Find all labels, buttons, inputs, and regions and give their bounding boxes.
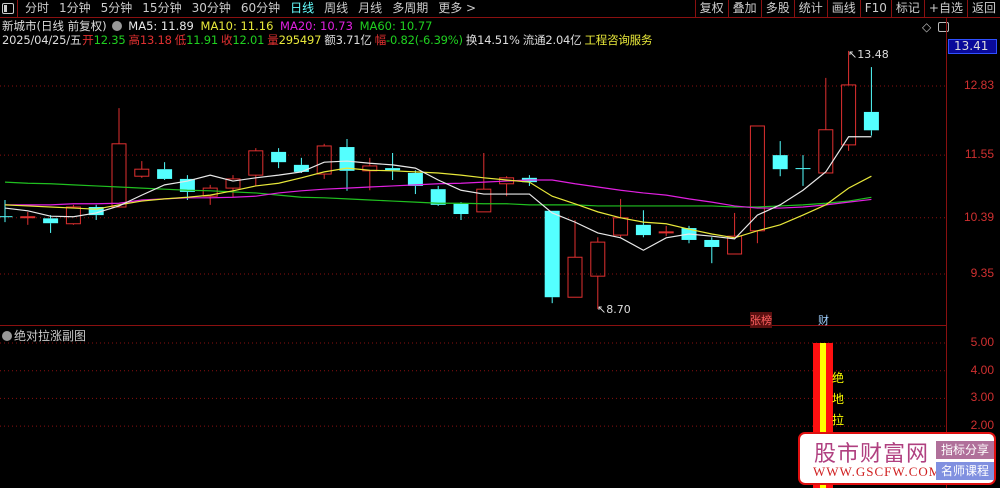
candle-down	[795, 168, 811, 170]
candle-down	[157, 169, 173, 179]
ranking-tag[interactable]: 张榜	[750, 312, 772, 328]
sub-chart-title[interactable]: 绝对拉涨副图	[2, 327, 86, 344]
candle-down	[0, 216, 13, 218]
candle-up	[134, 168, 150, 177]
current-price-tag: 13.41	[948, 39, 997, 54]
candle-up	[567, 256, 583, 298]
price-axis-label: 12.83	[963, 78, 994, 92]
candle-down	[293, 164, 309, 172]
candle-up	[248, 150, 264, 176]
candle-up	[476, 188, 492, 213]
sub-axis-label: 4.00	[970, 362, 994, 377]
candle-down	[772, 155, 788, 170]
candle-down	[385, 168, 401, 171]
signal-text: 绝地拉	[832, 368, 846, 431]
candle-down	[863, 111, 879, 131]
badge-teacher-course: 名师课程	[936, 462, 994, 480]
candle-down	[271, 151, 287, 163]
candle-up	[613, 217, 629, 236]
kline-chart[interactable]	[0, 0, 946, 488]
candle-down	[339, 147, 355, 171]
low-marker-value: 8.70	[606, 303, 631, 316]
candle-up	[20, 216, 36, 219]
toolbar-button[interactable]: 返回	[966, 0, 1000, 18]
panel-divider[interactable]	[0, 325, 946, 326]
collapse-circle-icon[interactable]	[2, 331, 12, 341]
candle-up	[818, 129, 834, 174]
signal-char: 拉	[832, 413, 845, 427]
candle-up	[841, 84, 857, 146]
watermark-url: WWW.GSCFW.COM	[813, 464, 942, 479]
signal-char: 绝	[832, 371, 845, 385]
high-marker-value: 13.48	[857, 48, 889, 61]
sub-axis-label: 3.00	[970, 390, 994, 405]
candle-up	[658, 231, 674, 234]
watermark: 股市财富网 WWW.GSCFW.COM 指标分享 名师课程	[798, 432, 996, 485]
price-axis-label: 10.39	[963, 209, 994, 224]
sub-chart-name: 绝对拉涨副图	[14, 329, 87, 343]
candle-down	[407, 172, 423, 186]
finance-tag[interactable]: 财	[818, 312, 829, 328]
candle-up	[316, 145, 332, 175]
candle-down	[453, 203, 469, 215]
candle-down	[704, 239, 720, 247]
candle-down	[43, 218, 59, 224]
sub-axis-label: 5.00	[970, 335, 994, 349]
badge-indicator-share: 指标分享	[936, 441, 994, 459]
candle-up	[590, 241, 606, 277]
candle-up	[111, 143, 127, 208]
low-marker: ↖8.70	[597, 303, 631, 316]
axis-divider	[946, 18, 947, 488]
candle-down	[544, 210, 560, 298]
high-marker: ↖13.48	[848, 48, 889, 61]
price-axis-label: 9.35	[970, 265, 994, 280]
candle-down	[635, 224, 651, 236]
price-axis-label: 11.55	[964, 147, 994, 162]
sub-axis-label: 2.00	[970, 418, 994, 433]
signal-char: 地	[832, 392, 845, 406]
